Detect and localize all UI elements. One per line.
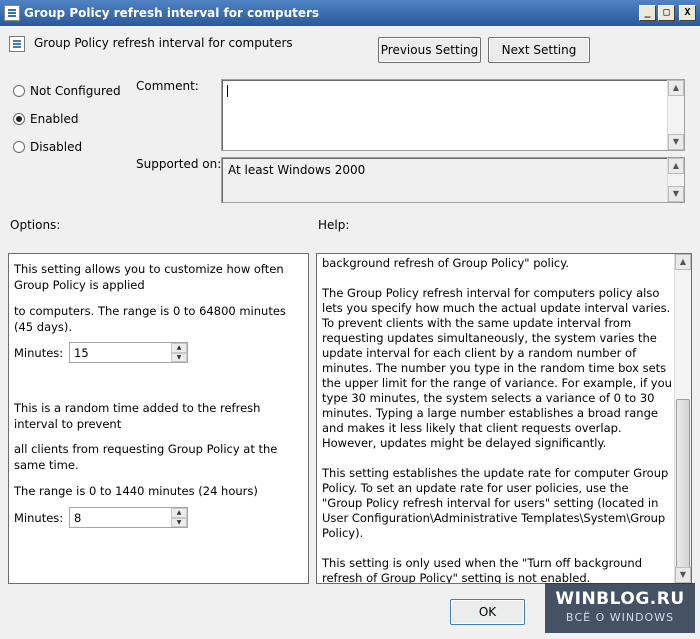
- window-title: Group Policy refresh interval for comput…: [24, 6, 320, 20]
- comment-scrollbar[interactable]: ▲ ▼: [667, 80, 684, 150]
- scroll-up-arrow-icon[interactable]: ▲: [675, 254, 691, 270]
- minimize-button[interactable]: _: [639, 5, 656, 21]
- options-label: Options:: [10, 218, 61, 232]
- minutes-label: Minutes:: [14, 511, 64, 525]
- scroll-up-arrow-icon[interactable]: ▲: [668, 158, 684, 174]
- options-text: The range is 0 to 1440 minutes (24 hours…: [14, 484, 258, 498]
- supported-on-field: At least Windows 2000 ▲ ▼: [221, 157, 685, 203]
- radio-indicator-selected: [13, 113, 25, 125]
- scroll-up-arrow-icon[interactable]: ▲: [668, 80, 684, 96]
- random-minutes-stepper[interactable]: 8 ▲ ▼: [69, 507, 188, 528]
- radio-label: Disabled: [30, 140, 83, 154]
- comment-input[interactable]: ▲ ▼: [221, 79, 685, 151]
- radio-label: Enabled: [30, 112, 79, 126]
- scroll-down-arrow-icon[interactable]: ▼: [675, 567, 691, 583]
- options-text: to computers. The range is 0 to 64800 mi…: [14, 304, 286, 334]
- refresh-minutes-value: 15: [74, 346, 89, 360]
- stepper-buttons: ▲ ▼: [171, 343, 187, 362]
- scroll-thumb[interactable]: [676, 399, 690, 569]
- options-text: This is a random time added to the refre…: [14, 401, 261, 431]
- options-text: This setting allows you to customize how…: [14, 262, 284, 292]
- supported-on-label: Supported on:: [136, 157, 222, 171]
- help-scrollbar[interactable]: ▲ ▼: [674, 254, 691, 583]
- options-text: all clients from requesting Group Policy…: [14, 442, 278, 472]
- window-controls: _ □ X: [639, 5, 696, 21]
- help-paragraph: This setting is only used when the "Turn…: [322, 556, 643, 584]
- watermark-line1: WINBLOG.RU: [555, 589, 685, 609]
- help-label: Help:: [318, 218, 350, 232]
- ok-button[interactable]: OK: [450, 599, 525, 625]
- help-text: background refresh of Group Policy" poli…: [322, 256, 672, 584]
- next-setting-button[interactable]: Next Setting: [488, 37, 590, 63]
- help-paragraph: This setting establishes the update rate…: [322, 466, 669, 540]
- maximize-button[interactable]: □: [658, 5, 675, 21]
- watermark-logo: WINBLOG.RU ВСЁ О WINDOWS: [545, 583, 695, 633]
- increment-arrow-icon[interactable]: ▲: [171, 508, 187, 518]
- decrement-arrow-icon[interactable]: ▼: [171, 352, 187, 362]
- random-minutes-value: 8: [74, 511, 82, 525]
- radio-label: Not Configured: [30, 84, 121, 98]
- text-caret: [227, 85, 228, 97]
- title-bar: Group Policy refresh interval for comput…: [0, 0, 700, 26]
- help-panel: background refresh of Group Policy" poli…: [316, 253, 692, 584]
- radio-not-configured[interactable]: Not Configured: [13, 84, 121, 98]
- comment-label: Comment:: [136, 79, 199, 93]
- policy-setting-icon: [9, 36, 25, 52]
- minutes-label: Minutes:: [14, 346, 64, 360]
- help-paragraph: background refresh of Group Policy" poli…: [322, 256, 570, 270]
- supported-on-value: At least Windows 2000: [228, 163, 366, 177]
- refresh-minutes-stepper[interactable]: 15 ▲ ▼: [69, 342, 188, 363]
- policy-icon: [4, 5, 20, 21]
- radio-indicator: [13, 85, 25, 97]
- previous-setting-button[interactable]: Previous Setting: [378, 37, 481, 63]
- decrement-arrow-icon[interactable]: ▼: [171, 517, 187, 527]
- stepper-buttons: ▲ ▼: [171, 508, 187, 527]
- setting-title: Group Policy refresh interval for comput…: [34, 36, 293, 50]
- radio-indicator: [13, 141, 25, 153]
- radio-enabled[interactable]: Enabled: [13, 112, 79, 126]
- radio-disabled[interactable]: Disabled: [13, 140, 82, 154]
- scroll-down-arrow-icon[interactable]: ▼: [668, 186, 684, 202]
- close-button[interactable]: X: [679, 5, 696, 21]
- options-panel: This setting allows you to customize how…: [8, 253, 309, 584]
- help-paragraph: The Group Policy refresh interval for co…: [322, 286, 672, 450]
- scroll-down-arrow-icon[interactable]: ▼: [668, 134, 684, 150]
- increment-arrow-icon[interactable]: ▲: [171, 343, 187, 353]
- watermark-line2: ВСЁ О WINDOWS: [565, 611, 675, 624]
- supported-scrollbar[interactable]: ▲ ▼: [667, 158, 684, 202]
